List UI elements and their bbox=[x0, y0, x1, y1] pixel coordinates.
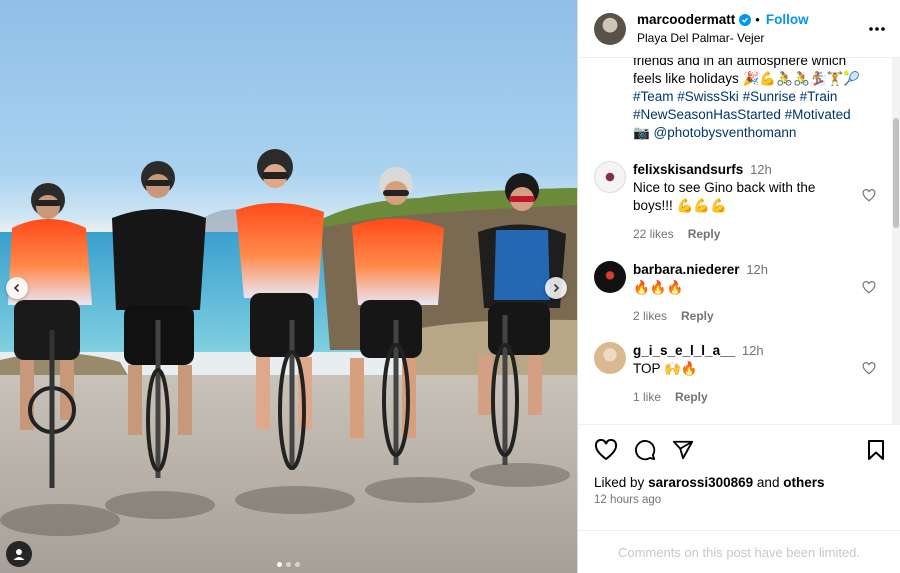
comment-username[interactable]: g_i_s_e_l_l_a__ bbox=[633, 343, 735, 358]
post-header: marcoodermatt • Follow Playa Del Palmar-… bbox=[578, 0, 900, 58]
liked-by-user[interactable]: sararossi300869 bbox=[648, 475, 753, 490]
chevron-right-icon bbox=[553, 283, 560, 293]
hashtag-link[interactable]: #SwissSki bbox=[677, 89, 739, 104]
heart-icon bbox=[862, 189, 876, 202]
comments-limited-notice: Comments on this post have been limited. bbox=[578, 530, 900, 573]
comment-text: Nice to see Gino back with the boys!!! 💪… bbox=[633, 180, 816, 213]
more-options-icon bbox=[869, 27, 885, 31]
comment-time[interactable]: 12h bbox=[750, 162, 772, 177]
post-side-panel: marcoodermatt • Follow Playa Del Palmar-… bbox=[577, 0, 900, 573]
photo-credit-mention[interactable]: 📷 @photobysventhomann bbox=[633, 124, 873, 142]
hashtag-link[interactable]: #Team bbox=[633, 89, 674, 104]
carousel-dot bbox=[286, 562, 291, 567]
carousel-next-button[interactable] bbox=[545, 277, 567, 299]
comment-username[interactable]: felixskisandsurfs bbox=[633, 162, 743, 177]
post-timestamp[interactable]: 12 hours ago bbox=[594, 494, 661, 506]
comments-scrollbar[interactable] bbox=[892, 58, 900, 424]
owner-username[interactable]: marcoodermatt bbox=[637, 12, 735, 27]
comment-icon bbox=[635, 440, 656, 461]
comments-list[interactable]: friends and in an atmosphere which feels… bbox=[578, 58, 900, 424]
caption-line: friends and in an atmosphere which bbox=[633, 58, 847, 68]
avatar[interactable] bbox=[594, 261, 626, 293]
user-tag-icon bbox=[13, 549, 25, 560]
liked-by-summary: Liked by sararossi300869 and others bbox=[594, 475, 824, 490]
carousel-prev-button[interactable] bbox=[6, 277, 28, 299]
bookmark-icon bbox=[868, 440, 884, 460]
post-caption: friends and in an atmosphere which feels… bbox=[633, 58, 873, 142]
hashtag-link[interactable]: #NewSeasonHasStarted bbox=[633, 107, 781, 122]
comment-text: TOP 🙌🔥 bbox=[633, 361, 698, 376]
share-button[interactable] bbox=[672, 439, 694, 461]
verified-icon bbox=[739, 13, 752, 26]
comment-item: g_i_s_e_l_l_a__ 12h TOP 🙌🔥 1 like Reply bbox=[594, 342, 900, 406]
comment-likes[interactable]: 1 like bbox=[633, 388, 661, 406]
carousel-dot bbox=[277, 562, 282, 567]
more-options-button[interactable] bbox=[868, 17, 886, 44]
follow-button[interactable]: Follow bbox=[766, 12, 809, 27]
comment-like-button[interactable] bbox=[862, 362, 876, 378]
liked-by-others[interactable]: others bbox=[783, 475, 824, 490]
comment-item: barbara.niederer 12h 🔥🔥🔥 2 likes Reply bbox=[594, 261, 900, 325]
reply-button[interactable]: Reply bbox=[675, 388, 708, 406]
reply-button[interactable]: Reply bbox=[688, 225, 721, 243]
post-location[interactable]: Playa Del Palmar- Vejer bbox=[637, 31, 809, 45]
share-icon bbox=[672, 440, 694, 460]
liked-by-prefix: Liked by bbox=[594, 475, 645, 490]
chevron-left-icon bbox=[13, 283, 20, 293]
reply-button[interactable]: Reply bbox=[681, 307, 714, 325]
comment-like-button[interactable] bbox=[862, 281, 876, 297]
photo-scene bbox=[0, 149, 577, 573]
carousel-dot bbox=[295, 562, 300, 567]
avatar[interactable] bbox=[594, 12, 626, 45]
comment-like-button[interactable] bbox=[862, 189, 876, 205]
comment-time[interactable]: 12h bbox=[742, 343, 764, 358]
comment-likes[interactable]: 22 likes bbox=[633, 225, 674, 243]
hashtag-link[interactable]: #Train bbox=[800, 89, 838, 104]
liked-by-and: and bbox=[756, 475, 780, 490]
heart-icon bbox=[862, 362, 876, 375]
post-actions: Liked by sararossi300869 and others 12 h… bbox=[578, 424, 900, 530]
comment-text: 🔥🔥🔥 bbox=[633, 280, 684, 295]
post-photo[interactable] bbox=[0, 0, 577, 573]
save-button[interactable] bbox=[866, 439, 886, 461]
comment-item: felixskisandsurfs 12h Nice to see Gino b… bbox=[594, 161, 900, 243]
comment-button[interactable] bbox=[634, 439, 656, 461]
like-button[interactable] bbox=[594, 439, 618, 461]
carousel-dots bbox=[0, 562, 577, 567]
tagged-users-button[interactable] bbox=[6, 541, 32, 567]
avatar[interactable] bbox=[594, 342, 626, 374]
comment-username[interactable]: barbara.niederer bbox=[633, 262, 740, 277]
comment-time[interactable]: 12h bbox=[746, 262, 768, 277]
separator-dot: • bbox=[755, 12, 760, 27]
caption-line: feels like holidays 🎉💪🚴🚴🏂🏋️🎾 bbox=[633, 71, 861, 86]
hashtag-link[interactable]: #Motivated bbox=[785, 107, 851, 122]
scrollbar-thumb[interactable] bbox=[893, 118, 899, 228]
heart-icon bbox=[862, 281, 876, 294]
hashtag-link[interactable]: #Sunrise bbox=[743, 89, 796, 104]
heart-icon bbox=[594, 439, 618, 461]
comment-likes[interactable]: 2 likes bbox=[633, 307, 667, 325]
avatar[interactable] bbox=[594, 161, 626, 193]
